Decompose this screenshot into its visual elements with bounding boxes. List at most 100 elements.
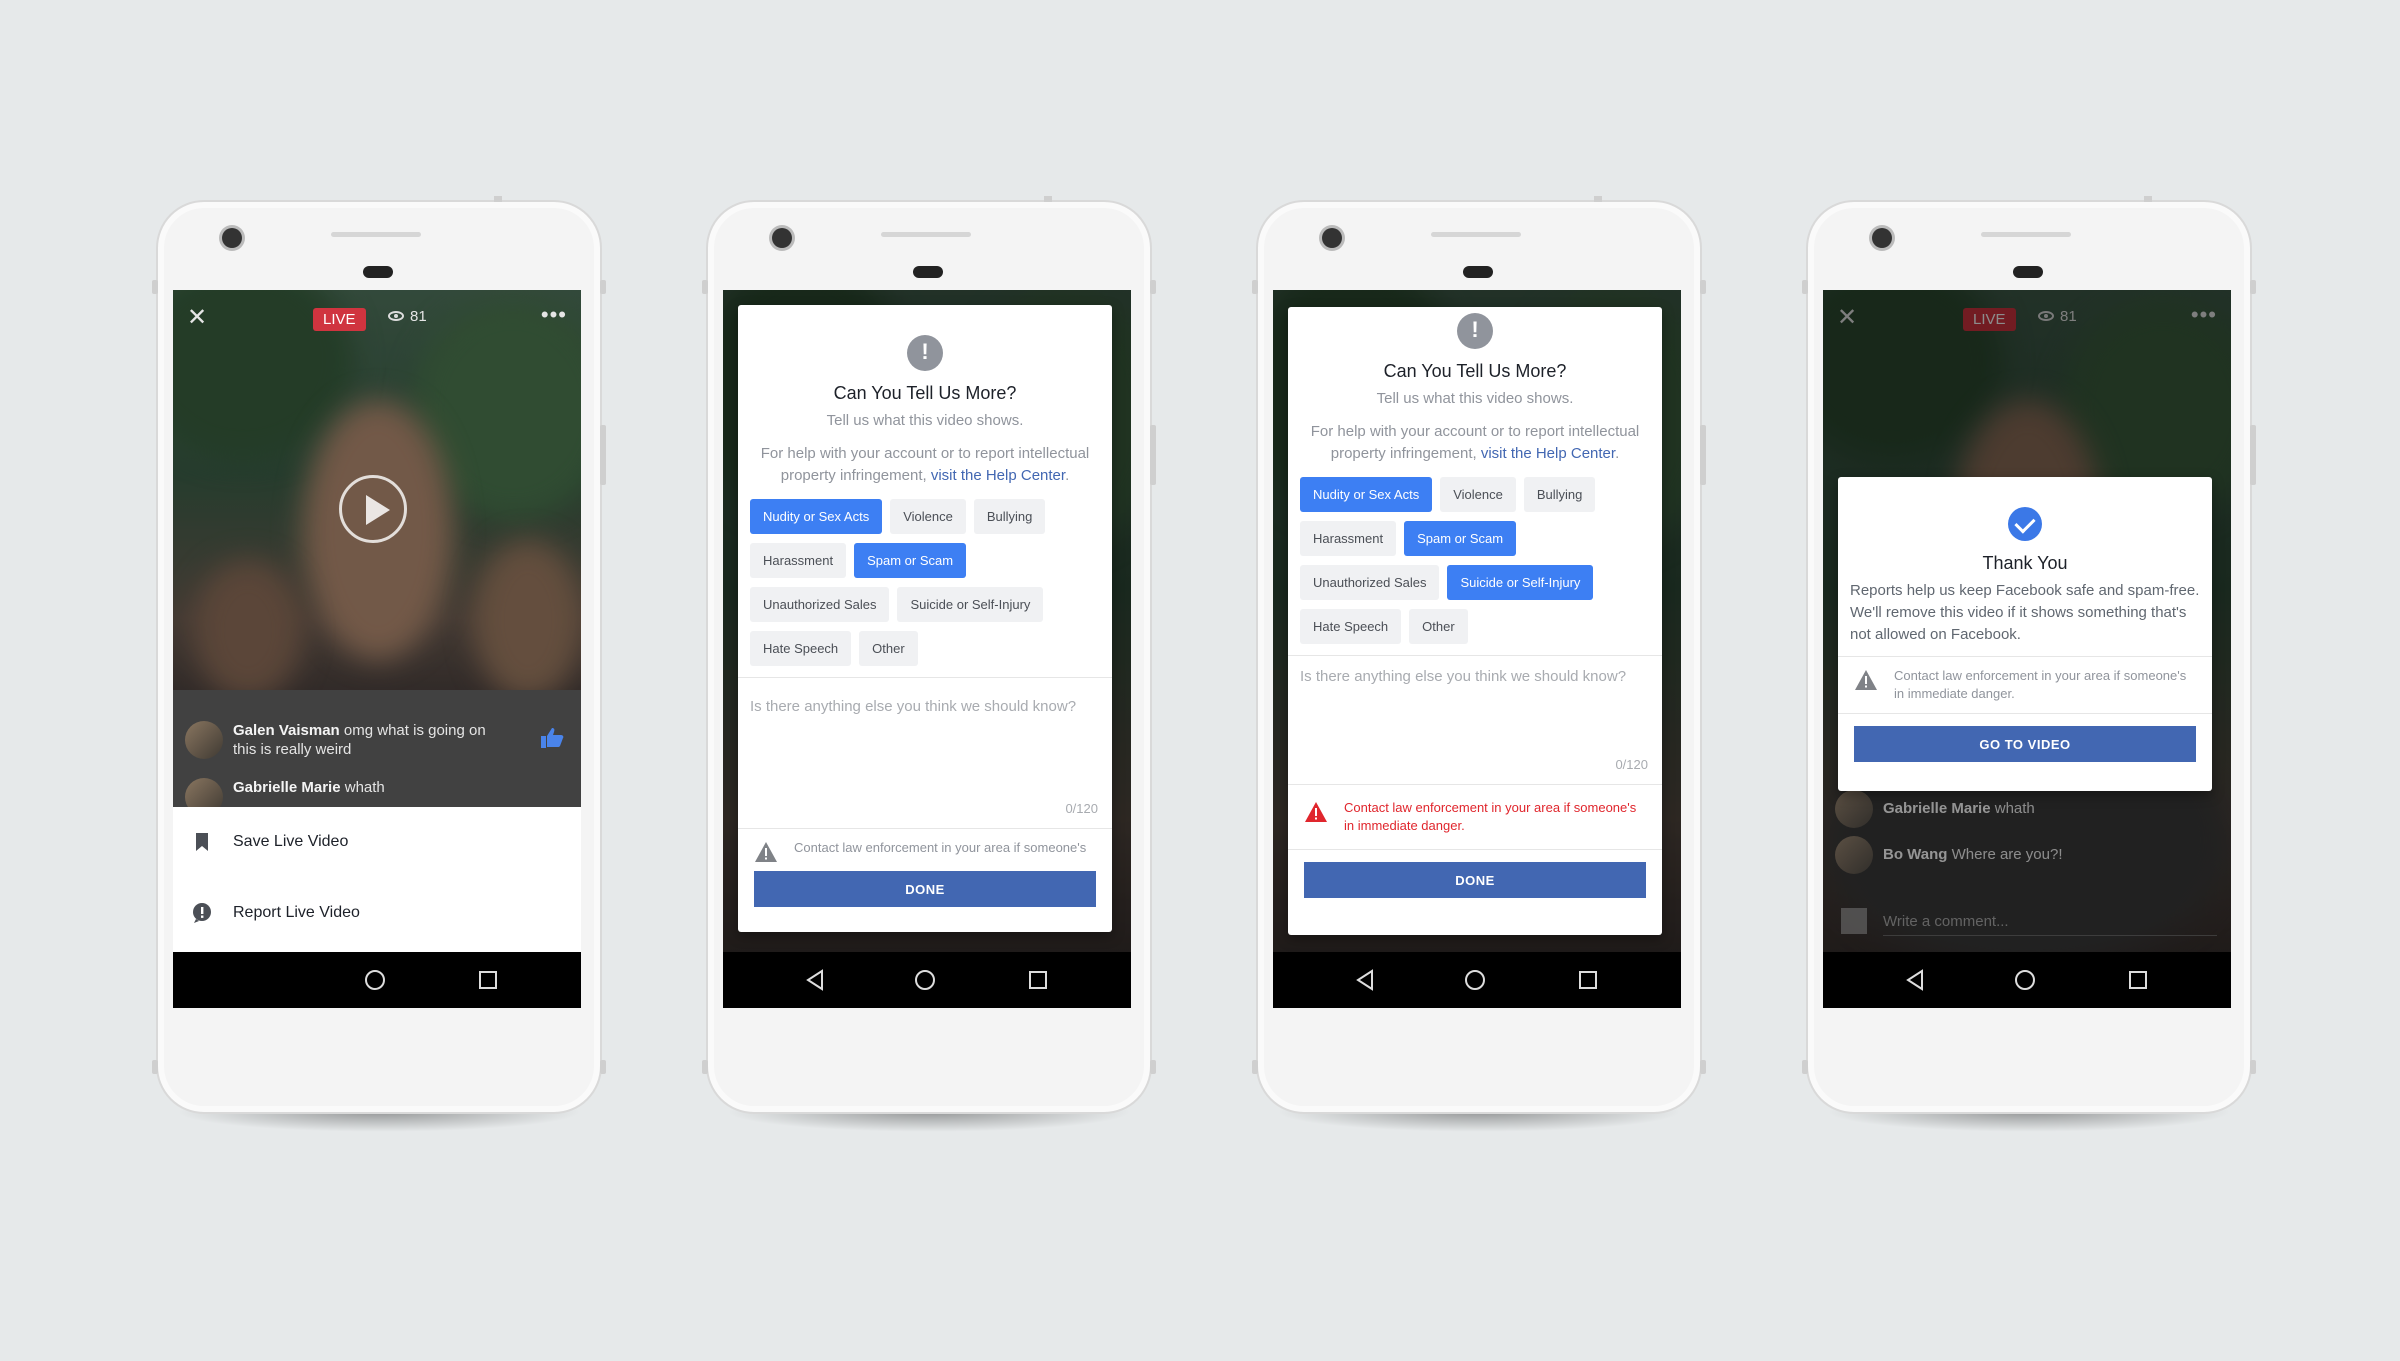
live-badge: LIVE [313, 308, 366, 331]
screen: ✕ LIVE 81 ••• Galen Vaisman omg what is … [173, 290, 581, 1008]
comment-body: whath [344, 779, 385, 796]
side-button-lower [1802, 1060, 1808, 1074]
comment-input[interactable]: Write a comment... [1841, 908, 2009, 934]
like-icon[interactable] [539, 727, 565, 749]
screen: ✕ LIVE 81 ••• Gabrielle Marie whath Bo W… [1823, 290, 2231, 1008]
home-icon[interactable] [364, 969, 386, 991]
comment-text: Bo Wang Where are you?! [1883, 836, 2143, 864]
android-nav-bar [173, 952, 581, 1008]
back-icon[interactable] [1905, 969, 1925, 991]
chip-suicide[interactable]: Suicide or Self-Injury [897, 587, 1044, 622]
warning-icon [755, 842, 777, 862]
chip-other[interactable]: Other [859, 631, 918, 666]
power-button [2250, 280, 2256, 294]
screen: Can You Tell Us More? Tell us what this … [723, 290, 1131, 1008]
recent-apps-icon[interactable] [2128, 970, 2148, 990]
help-center-link[interactable]: visit the Help Center [931, 467, 1065, 484]
bookmark-icon [196, 833, 208, 851]
more-icon[interactable]: ••• [541, 302, 567, 328]
recent-apps-icon[interactable] [1578, 970, 1598, 990]
done-button[interactable]: DONE [754, 871, 1096, 907]
thanks-body: Reports help us keep Facebook safe and s… [1850, 582, 2200, 643]
eye-icon [388, 311, 404, 321]
chip-other[interactable]: Other [1409, 609, 1468, 644]
details-textarea[interactable]: Is there anything else you think we shou… [1288, 656, 1662, 784]
comment-author: Gabrielle Marie [1883, 800, 1991, 817]
chip-bullying[interactable]: Bullying [1523, 477, 1596, 512]
dialog-title: Can You Tell Us More? [1383, 361, 1567, 381]
back-icon[interactable] [805, 969, 825, 991]
chip-suicide[interactable]: Suicide or Self-Injury [1447, 565, 1594, 600]
help-center-link[interactable]: visit the Help Center [1481, 445, 1615, 462]
play-icon[interactable] [339, 475, 407, 543]
chip-harassment[interactable]: Harassment [750, 543, 847, 578]
help-text: For help with your account or to report … [738, 443, 1112, 487]
textarea-placeholder: Is there anything else you think we shou… [1300, 668, 1627, 685]
sensor [363, 266, 393, 278]
chip-hate-speech[interactable]: Hate Speech [1300, 609, 1402, 644]
report-dialog: Can You Tell Us More? Tell us what this … [738, 305, 1112, 932]
char-counter: 0/120 [1065, 801, 1098, 816]
power-button [1700, 280, 1706, 294]
details-textarea[interactable]: Is there anything else you think we shou… [738, 678, 1112, 828]
live-video[interactable]: ✕ LIVE 81 ••• [173, 290, 581, 700]
comment-placeholder: Write a comment... [1883, 912, 2009, 930]
chip-unauthorized-sales[interactable]: Unauthorized Sales [1300, 565, 1440, 600]
chip-bullying[interactable]: Bullying [973, 499, 1046, 534]
chip-unauthorized-sales[interactable]: Unauthorized Sales [750, 587, 890, 622]
chip-nudity[interactable]: Nudity or Sex Acts [1300, 477, 1433, 512]
recent-apps-icon[interactable] [1028, 970, 1048, 990]
side-button-lower [702, 1060, 708, 1074]
comment-underline [1883, 935, 2217, 936]
android-nav-bar [1273, 952, 1681, 1008]
phone-4: ✕ LIVE 81 ••• Gabrielle Marie whath Bo W… [1802, 196, 2256, 1132]
done-button[interactable]: DONE [1304, 862, 1646, 898]
chip-nudity[interactable]: Nudity or Sex Acts [750, 499, 883, 534]
front-camera [222, 228, 242, 248]
help-text: For help with your account or to report … [1288, 421, 1662, 465]
sensor [913, 266, 943, 278]
comment-text: Gabrielle Marie whath [1883, 790, 2143, 818]
phone-3: Can You Tell Us More? Tell us what this … [1252, 196, 1706, 1132]
front-camera [1872, 228, 1892, 248]
avatar [185, 721, 223, 759]
close-icon[interactable]: ✕ [187, 306, 207, 330]
comment: Bo Wang Where are you?! [1835, 836, 2143, 874]
chip-spam[interactable]: Spam or Scam [854, 543, 967, 578]
live-header: ✕ LIVE 81 ••• [173, 302, 581, 332]
back-icon[interactable] [1355, 969, 1375, 991]
danger-warning: Contact law enforcement in your area if … [738, 829, 1112, 863]
context-menu: Save Live Video Report Live Video [173, 807, 581, 954]
save-live-video-item[interactable]: Save Live Video [191, 831, 348, 853]
home-icon[interactable] [914, 969, 936, 991]
phone-pin [1044, 196, 1052, 202]
chip-spam[interactable]: Spam or Scam [1404, 521, 1517, 556]
help-text-end: . [1615, 445, 1620, 462]
category-chips: Nudity or Sex Acts Violence Bullying Har… [1288, 477, 1662, 653]
report-live-video-item[interactable]: Report Live Video [191, 902, 360, 924]
alert-icon [1457, 313, 1493, 349]
chip-violence[interactable]: Violence [890, 499, 966, 534]
phone-pin [1594, 196, 1602, 202]
danger-warning: Contact law enforcement in your area if … [1288, 785, 1662, 849]
recent-apps-icon[interactable] [478, 970, 498, 990]
home-icon[interactable] [1464, 969, 1486, 991]
camera-icon [1841, 908, 1867, 934]
chip-violence[interactable]: Violence [1440, 477, 1516, 512]
volume-button [152, 280, 158, 294]
earpiece [1431, 232, 1521, 237]
phone-1: ✕ LIVE 81 ••• Galen Vaisman omg what is … [152, 196, 606, 1132]
help-text-end: . [1065, 467, 1070, 484]
android-nav-bar [723, 952, 1131, 1008]
go-to-video-button[interactable]: GO TO VIDEO [1854, 726, 2196, 762]
sensor [1463, 266, 1493, 278]
danger-warning: Contact law enforcement in your area if … [1838, 657, 2212, 713]
power-button [1150, 280, 1156, 294]
home-icon[interactable] [2014, 969, 2036, 991]
report-dialog: Can You Tell Us More? Tell us what this … [1288, 307, 1662, 935]
comment-text: Galen Vaisman omg what is going on this … [233, 721, 493, 759]
chip-hate-speech[interactable]: Hate Speech [750, 631, 852, 666]
warning-icon [1855, 670, 1877, 690]
chip-harassment[interactable]: Harassment [1300, 521, 1397, 556]
side-button-lower [152, 1060, 158, 1074]
